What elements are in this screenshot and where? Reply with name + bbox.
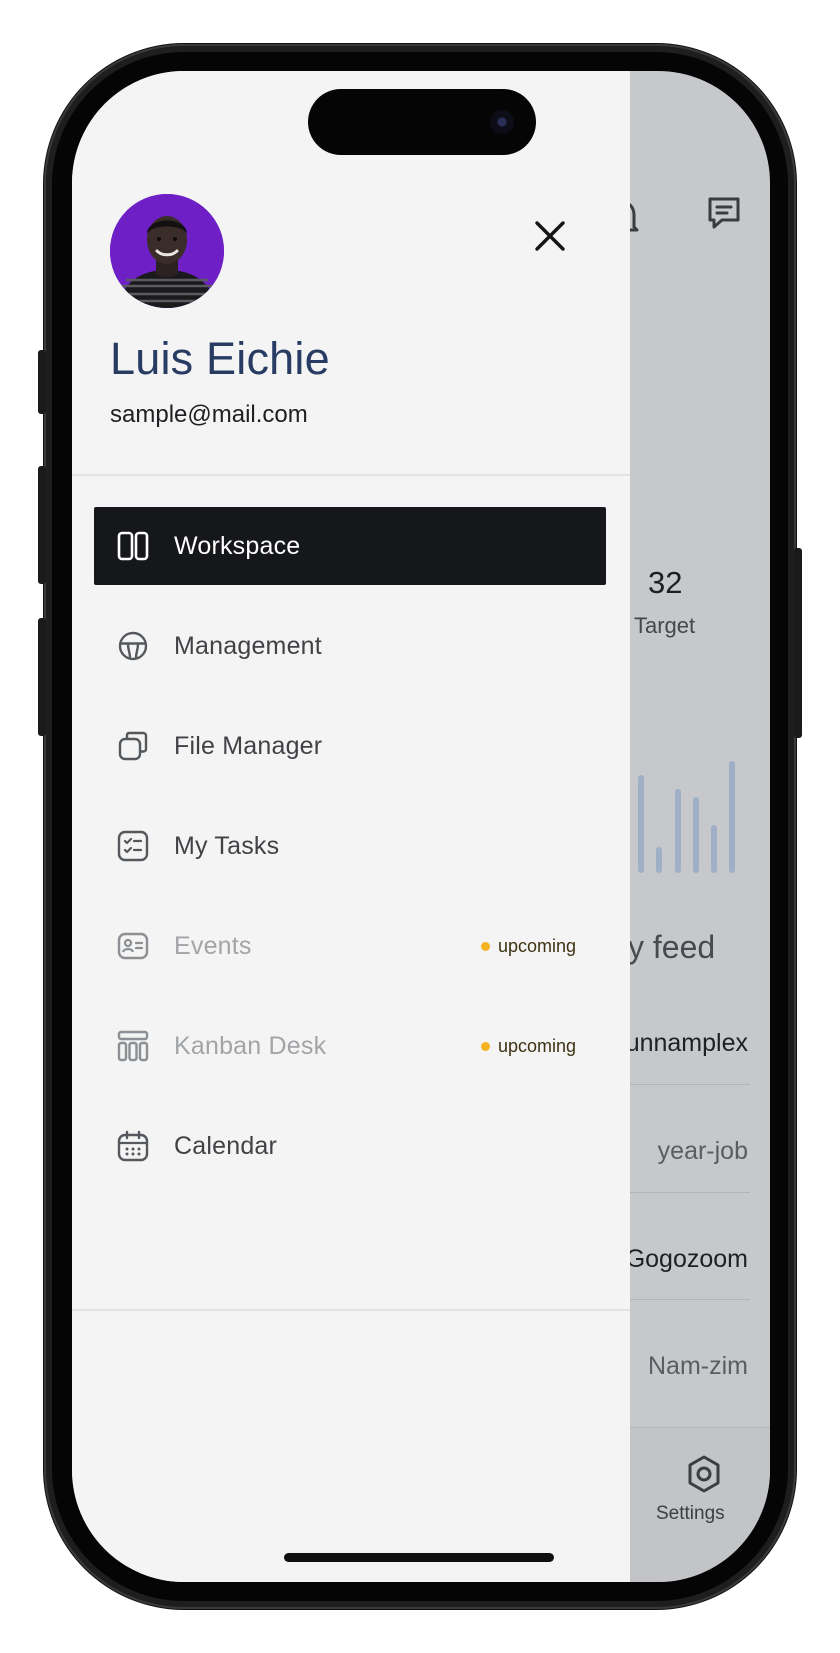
nav-item-my-tasks[interactable]: My Tasks bbox=[94, 807, 606, 885]
volume-down-button bbox=[38, 618, 46, 736]
mini-bar bbox=[638, 775, 644, 873]
nav-label: Workspace bbox=[174, 531, 301, 560]
nav-item-file-manager[interactable]: File Manager bbox=[94, 707, 606, 785]
side-drawer: Luis Eichie sample@mail.com Workspace Ma… bbox=[72, 71, 630, 1582]
badge-label: upcoming bbox=[497, 935, 576, 956]
dynamic-island bbox=[308, 89, 536, 155]
drawer-nav: Workspace Management File Manager My Tas… bbox=[94, 507, 606, 1207]
nav-label: Kanban Desk bbox=[174, 1031, 327, 1060]
mini-bar bbox=[656, 847, 662, 873]
volume-up-button bbox=[38, 466, 46, 584]
status-badge: upcoming bbox=[480, 1035, 576, 1057]
kanban-icon bbox=[116, 1029, 150, 1063]
nav-item-workspace[interactable]: Workspace bbox=[94, 507, 606, 585]
mini-bar bbox=[729, 761, 735, 873]
badge-dot bbox=[480, 1041, 490, 1051]
file-icon bbox=[116, 729, 150, 763]
avatar[interactable] bbox=[110, 194, 224, 308]
nav-label: Calendar bbox=[174, 1131, 278, 1160]
nav-item-calendar[interactable]: Calendar bbox=[94, 1107, 606, 1185]
gear-icon[interactable] bbox=[686, 1455, 722, 1498]
target-count: 32 bbox=[648, 565, 683, 600]
nav-label: Events bbox=[174, 931, 252, 960]
nav-item-kanban-desk[interactable]: Kanban Desk upcoming bbox=[94, 1007, 606, 1085]
mini-bar-chart bbox=[620, 761, 750, 873]
id-card-icon bbox=[116, 929, 150, 963]
calendar-icon bbox=[116, 1129, 150, 1163]
nav-item-events[interactable]: Events upcoming bbox=[94, 907, 606, 985]
badge-dot bbox=[480, 941, 490, 951]
nav-item-management[interactable]: Management bbox=[94, 607, 606, 685]
mini-bar bbox=[711, 825, 717, 873]
nav-label: Management bbox=[174, 631, 322, 660]
status-badge: upcoming bbox=[480, 935, 576, 957]
phone-screen: 32 Target ity feed unnamplex year-job Go… bbox=[72, 71, 770, 1582]
divider bbox=[72, 474, 630, 476]
user-name: Luis Eichie bbox=[110, 333, 330, 384]
divider bbox=[72, 1309, 630, 1311]
user-email: sample@mail.com bbox=[110, 401, 308, 428]
steering-wheel-icon bbox=[116, 629, 150, 663]
nav-label: My Tasks bbox=[174, 831, 280, 860]
close-icon bbox=[535, 221, 565, 251]
checklist-icon bbox=[116, 829, 150, 863]
close-button[interactable] bbox=[530, 216, 570, 256]
message-icon[interactable] bbox=[704, 193, 744, 238]
home-indicator[interactable] bbox=[284, 1553, 554, 1562]
mini-bar bbox=[693, 797, 699, 873]
tab-settings[interactable]: Settings bbox=[656, 1503, 725, 1525]
badge-label: upcoming bbox=[497, 1035, 576, 1056]
camera-icon bbox=[490, 110, 514, 134]
silent-switch bbox=[38, 350, 46, 414]
target-label: Target bbox=[634, 613, 696, 638]
power-button bbox=[794, 548, 802, 738]
mini-bar bbox=[675, 789, 681, 873]
workspace-icon bbox=[116, 529, 150, 563]
nav-label: File Manager bbox=[174, 731, 323, 760]
